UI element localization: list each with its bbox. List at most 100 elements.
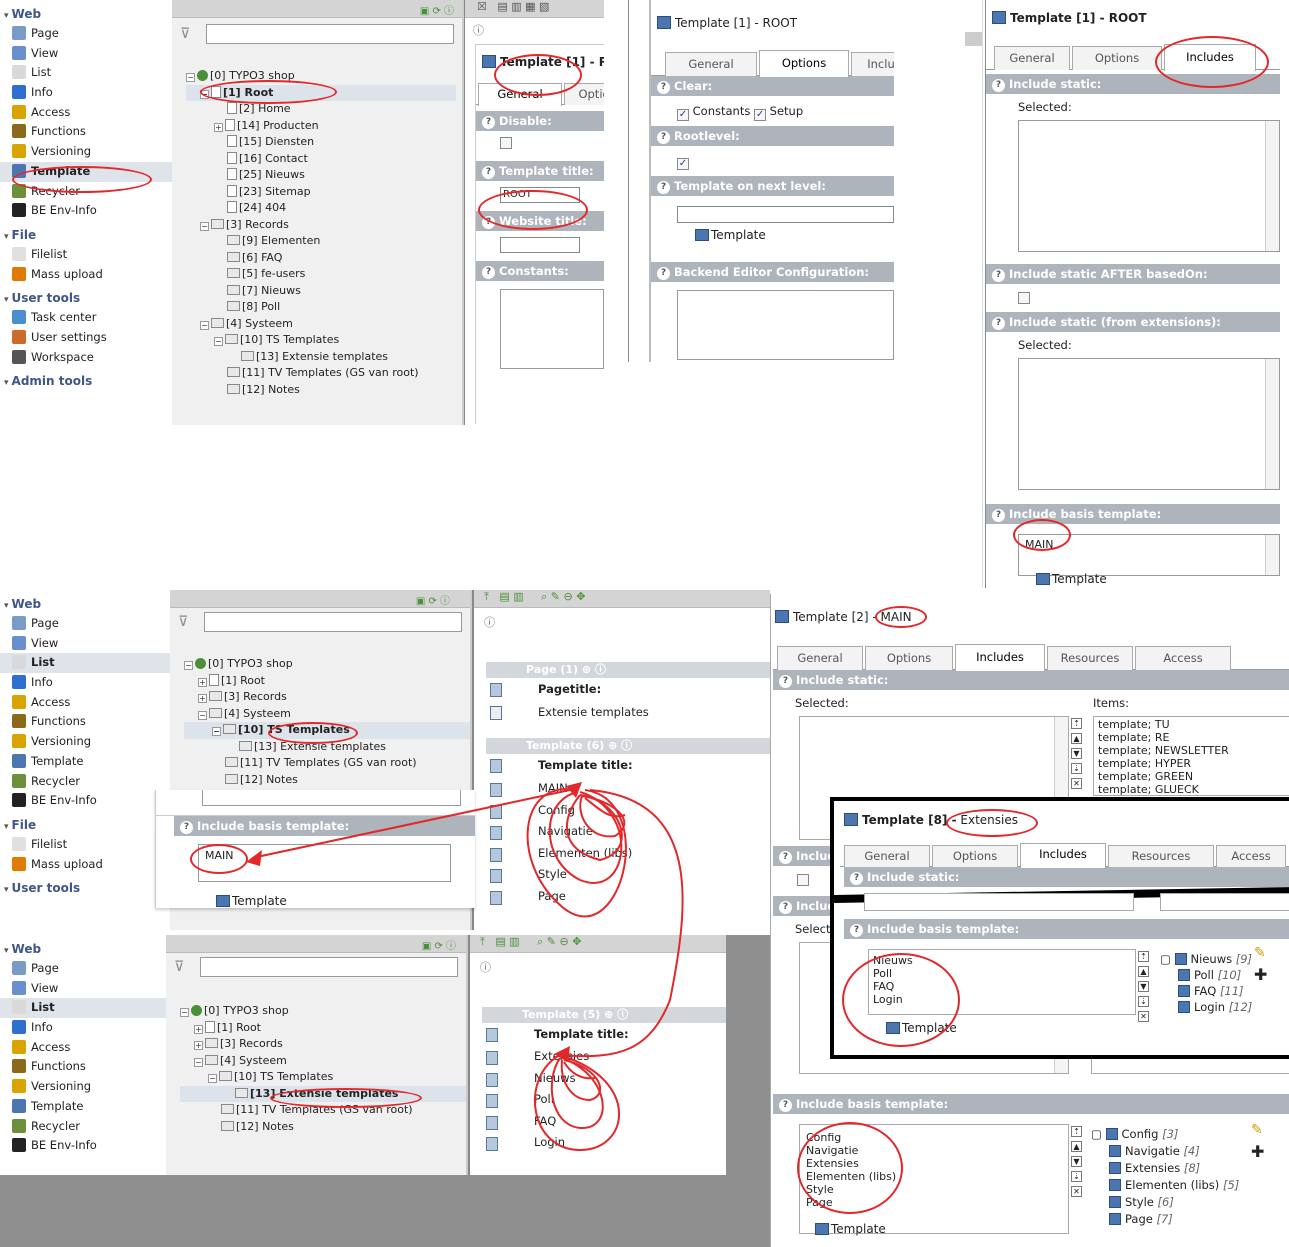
module-info[interactable]: Info bbox=[0, 673, 170, 693]
tree-node[interactable]: + [14] Producten bbox=[186, 118, 456, 135]
include-checkbox[interactable] bbox=[797, 874, 809, 886]
tree-node[interactable]: + [1] Root bbox=[184, 673, 470, 690]
tree-toolbar-icons[interactable]: ▣ ⟳ ⓘ bbox=[422, 937, 456, 952]
filter-input[interactable] bbox=[206, 24, 454, 44]
move-buttons[interactable]: ⇡▲▼⇣✕ bbox=[1071, 716, 1085, 791]
template-row[interactable]: Nieuws bbox=[482, 1068, 726, 1090]
module-page[interactable]: Page bbox=[0, 24, 172, 44]
tree-node[interactable]: + [1] Root bbox=[180, 1020, 466, 1037]
basis-template-item[interactable]: Elementen (libs) [5] bbox=[1091, 1177, 1261, 1194]
filter-input[interactable] bbox=[200, 957, 458, 977]
tree-node[interactable]: [15] Diensten bbox=[186, 134, 456, 151]
static-select[interactable] bbox=[864, 893, 1134, 911]
module-group-file[interactable]: File bbox=[0, 811, 170, 835]
tree-node[interactable]: [6] FAQ bbox=[186, 250, 456, 267]
tab-general[interactable]: General bbox=[994, 46, 1070, 70]
module-be-env-info[interactable]: BE Env-Info bbox=[0, 1136, 166, 1156]
module-access[interactable]: Access bbox=[0, 1038, 166, 1058]
collapse-icon[interactable]: − bbox=[214, 337, 223, 346]
tab-includes[interactable]: Includes bbox=[955, 644, 1045, 671]
tab-general[interactable]: General bbox=[665, 52, 757, 76]
tree-node[interactable]: + [3] Records bbox=[184, 689, 470, 706]
tree-node[interactable]: [9] Elementen bbox=[186, 233, 456, 250]
collapse-icon[interactable]: − bbox=[212, 727, 221, 736]
module-mass-upload[interactable]: Mass upload bbox=[0, 855, 170, 875]
collapse-icon[interactable]: − bbox=[194, 1057, 203, 1067]
backend-config-textarea[interactable] bbox=[677, 290, 894, 360]
module-versioning[interactable]: Versioning bbox=[0, 142, 172, 162]
module-workspace[interactable]: Workspace bbox=[0, 348, 172, 368]
list-option[interactable]: template; TU bbox=[1098, 718, 1288, 731]
module-list[interactable]: List bbox=[0, 653, 170, 674]
module-view[interactable]: View bbox=[0, 979, 166, 999]
module-functions[interactable]: Functions bbox=[0, 122, 172, 142]
static-selected-list[interactable] bbox=[1018, 120, 1280, 252]
toolbar-icons[interactable]: ⤒ ▤ ▥ ⌕ ✎ ⊖ ✥ bbox=[484, 590, 585, 603]
tree-node[interactable]: [5] fe-users bbox=[186, 266, 456, 283]
tree-node[interactable]: [25] Nieuws bbox=[186, 167, 456, 184]
module-list[interactable]: List bbox=[0, 998, 166, 1019]
template-link[interactable]: Template bbox=[815, 1222, 886, 1236]
tab-resources[interactable]: Resources bbox=[1047, 646, 1133, 670]
website-title-input[interactable] bbox=[500, 237, 580, 253]
disable-checkbox[interactable] bbox=[500, 137, 512, 149]
tab-resources[interactable]: Resources bbox=[1108, 845, 1214, 867]
tree-node[interactable]: [11] TV Templates (GS van root) bbox=[186, 365, 456, 382]
template-row[interactable]: Navigatie bbox=[486, 821, 770, 843]
module-page[interactable]: Page bbox=[0, 959, 166, 979]
module-group-web[interactable]: Web bbox=[0, 590, 170, 614]
tab-general[interactable]: General bbox=[844, 845, 930, 867]
basis-template-item[interactable]: Login [12] bbox=[1160, 999, 1270, 1015]
toolbar-icons[interactable]: ☒ ▤ ▥ ▦ ▧ bbox=[477, 0, 549, 13]
tree-node[interactable]: [12] Notes bbox=[186, 382, 456, 399]
next-level-input[interactable] bbox=[677, 206, 894, 223]
move-buttons[interactable]: ⇡▲▼⇣✕ bbox=[1138, 949, 1152, 1024]
tab-includes[interactable]: Inclu bbox=[851, 52, 894, 76]
module-mass-upload[interactable]: Mass upload bbox=[0, 265, 172, 285]
module-view[interactable]: View bbox=[0, 634, 170, 654]
help-icon[interactable]: ⓘ bbox=[470, 953, 726, 981]
tree-node[interactable]: [2] Home bbox=[186, 101, 456, 118]
module-filelist[interactable]: Filelist bbox=[0, 245, 172, 265]
tree-node[interactable]: [24] 404 bbox=[186, 200, 456, 217]
tree-node[interactable]: [23] Sitemap bbox=[186, 184, 456, 201]
module-info[interactable]: Info bbox=[0, 1018, 166, 1038]
template-link[interactable]: Template bbox=[216, 894, 287, 908]
tree-node[interactable]: [12] Notes bbox=[184, 772, 470, 789]
module-versioning[interactable]: Versioning bbox=[0, 732, 170, 752]
expand-icon[interactable]: + bbox=[214, 122, 223, 132]
template-row[interactable]: Style bbox=[486, 864, 770, 886]
static-items-list[interactable]: template; TU template; RE template; NEWSLE… bbox=[1093, 716, 1289, 796]
tree-node[interactable]: − [4] Systeem bbox=[184, 706, 470, 723]
add-plus-icon[interactable]: ✚ bbox=[1251, 1142, 1264, 1161]
module-group-web[interactable]: Web bbox=[0, 935, 166, 959]
tree-node[interactable]: [13] Extensie templates bbox=[186, 349, 456, 366]
tab-general[interactable]: General bbox=[777, 646, 863, 670]
static-items[interactable] bbox=[1160, 893, 1289, 911]
tree-node[interactable]: [7] Nieuws bbox=[186, 283, 456, 300]
tab-options[interactable]: Options bbox=[932, 845, 1018, 867]
template-row[interactable]: Extensies bbox=[482, 1046, 726, 1068]
constants-textarea[interactable] bbox=[500, 289, 604, 369]
module-versioning[interactable]: Versioning bbox=[0, 1077, 166, 1097]
basis-template-item[interactable]: Style [6] bbox=[1091, 1194, 1261, 1211]
basis-template-item[interactable]: Extensies [8] bbox=[1091, 1160, 1261, 1177]
collapse-icon[interactable]: − bbox=[200, 320, 209, 330]
rootlevel-checkbox[interactable]: ✓ bbox=[677, 158, 689, 170]
tree-node[interactable]: [12] Notes bbox=[180, 1119, 466, 1136]
basis-template-item[interactable]: FAQ [11] bbox=[1160, 983, 1270, 999]
module-group-web[interactable]: Web bbox=[0, 0, 172, 24]
tab-options[interactable]: Options bbox=[865, 646, 953, 670]
expand-icon[interactable]: + bbox=[198, 677, 207, 687]
tab-includes[interactable]: Includes bbox=[1020, 843, 1106, 868]
module-view[interactable]: View bbox=[0, 44, 172, 64]
module-functions[interactable]: Functions bbox=[0, 1057, 166, 1077]
template-row[interactable]: Login bbox=[482, 1132, 726, 1154]
tab-access[interactable]: Access bbox=[1135, 646, 1231, 670]
setup-checkbox[interactable]: ✓ bbox=[754, 109, 767, 121]
tree-node[interactable]: [11] TV Templates (GS van root) bbox=[184, 755, 470, 772]
static-after-checkbox[interactable] bbox=[1018, 292, 1030, 304]
tree-node[interactable]: − [4] Systeem bbox=[180, 1053, 466, 1070]
tree-node[interactable]: − [10] TS Templates bbox=[180, 1069, 466, 1086]
template-row[interactable]: FAQ bbox=[482, 1111, 726, 1133]
